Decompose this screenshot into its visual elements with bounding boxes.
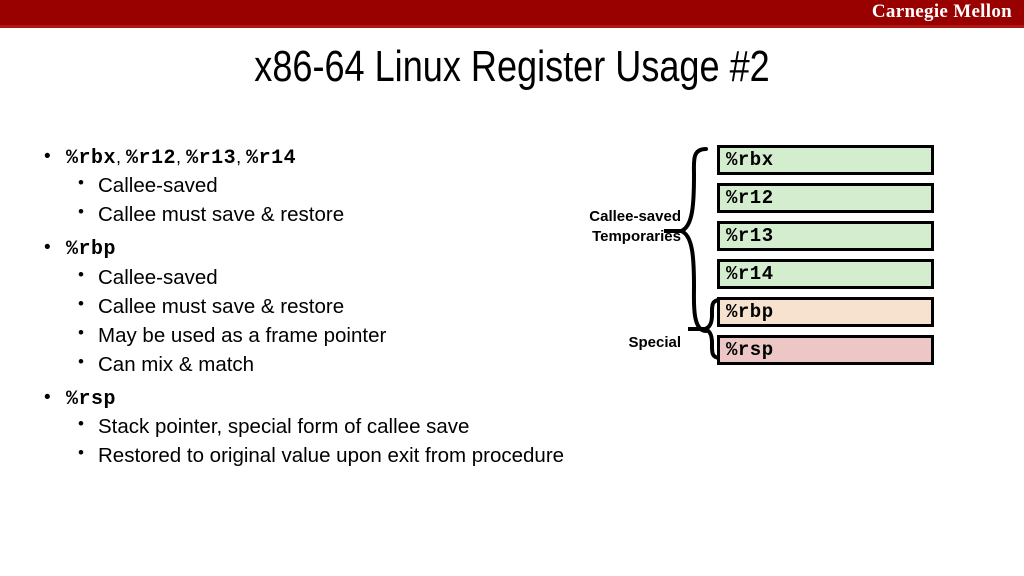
register-box-rbx: %rbx <box>717 145 934 175</box>
special-group-label: Special <box>628 334 681 351</box>
list-separator: , <box>236 147 247 167</box>
callee-saved-group-label: Callee-saved Temporaries <box>556 207 681 248</box>
sub-bullet-text: Callee must save & restore <box>98 294 345 318</box>
header-bar <box>0 0 1024 25</box>
callee-saved-label-line2: Temporaries <box>592 228 681 246</box>
register-box-rsp: %rsp <box>717 335 934 365</box>
sub-bullet: • Restored to original value upon exit f… <box>36 441 676 470</box>
register-name: %rsp <box>66 388 117 412</box>
register-name: %rbp <box>66 238 117 262</box>
sub-bullet-text: May be used as a frame pointer <box>98 323 387 347</box>
sub-bullet-text: Stack pointer, special form of callee sa… <box>98 415 470 439</box>
register-box-label: %r13 <box>726 225 774 247</box>
bullet-dot-icon: • <box>78 264 84 284</box>
register-box-label: %rbx <box>726 149 774 171</box>
sub-bullet-text: Restored to original value upon exit fro… <box>98 444 565 468</box>
bullet-dot-icon: • <box>78 173 84 193</box>
register-box-label: %r14 <box>726 263 774 285</box>
bullet-dot-icon: • <box>78 443 84 463</box>
sub-bullet-text: Can mix & match <box>98 352 255 376</box>
register-name: %r12 <box>126 147 177 170</box>
page-title: x86-64 Linux Register Usage #2 <box>254 42 770 91</box>
register-name: %r13 <box>186 147 237 170</box>
callee-saved-label-line1: Callee-saved <box>589 208 681 225</box>
bullet-dot-icon: • <box>78 202 84 222</box>
header-underline <box>0 25 1024 28</box>
sub-bullet: • Stack pointer, special form of callee … <box>36 412 676 441</box>
callee-saved-brace-icon <box>674 147 708 333</box>
bullet-dot-icon: • <box>44 237 51 259</box>
sub-bullet-text: Callee must save & restore <box>98 203 345 227</box>
carnegie-mellon-logo: Carnegie Mellon <box>871 1 1012 22</box>
register-name: %rbx <box>66 147 117 170</box>
bullet-dot-icon: • <box>78 322 84 342</box>
register-name: %r14 <box>246 147 297 170</box>
bullet-dot-icon: • <box>78 414 84 434</box>
sub-bullet-text: Callee-saved <box>98 265 218 289</box>
list-separator: , <box>176 147 187 167</box>
register-box-rbp: %rbp <box>717 297 934 327</box>
bullet-dot-icon: • <box>78 351 84 371</box>
register-box-column: %rbx %r12 %r13 %r14 %rbp %rsp <box>717 145 934 373</box>
bullet-dot-icon: • <box>78 293 84 313</box>
register-diagram: Callee-saved Temporaries Special %rbx %r… <box>560 145 960 390</box>
bullet-dot-icon: • <box>44 146 51 167</box>
sub-bullet-text: Callee-saved <box>98 174 218 198</box>
register-box-label: %rsp <box>726 339 774 361</box>
register-box-r13: %r13 <box>717 221 934 251</box>
register-box-r14: %r14 <box>717 259 934 289</box>
bullet-dot-icon: • <box>44 387 51 409</box>
list-separator: , <box>116 147 127 167</box>
register-box-r12: %r12 <box>717 183 934 213</box>
register-box-label: %rbp <box>726 301 774 323</box>
register-box-label: %r12 <box>726 187 774 209</box>
